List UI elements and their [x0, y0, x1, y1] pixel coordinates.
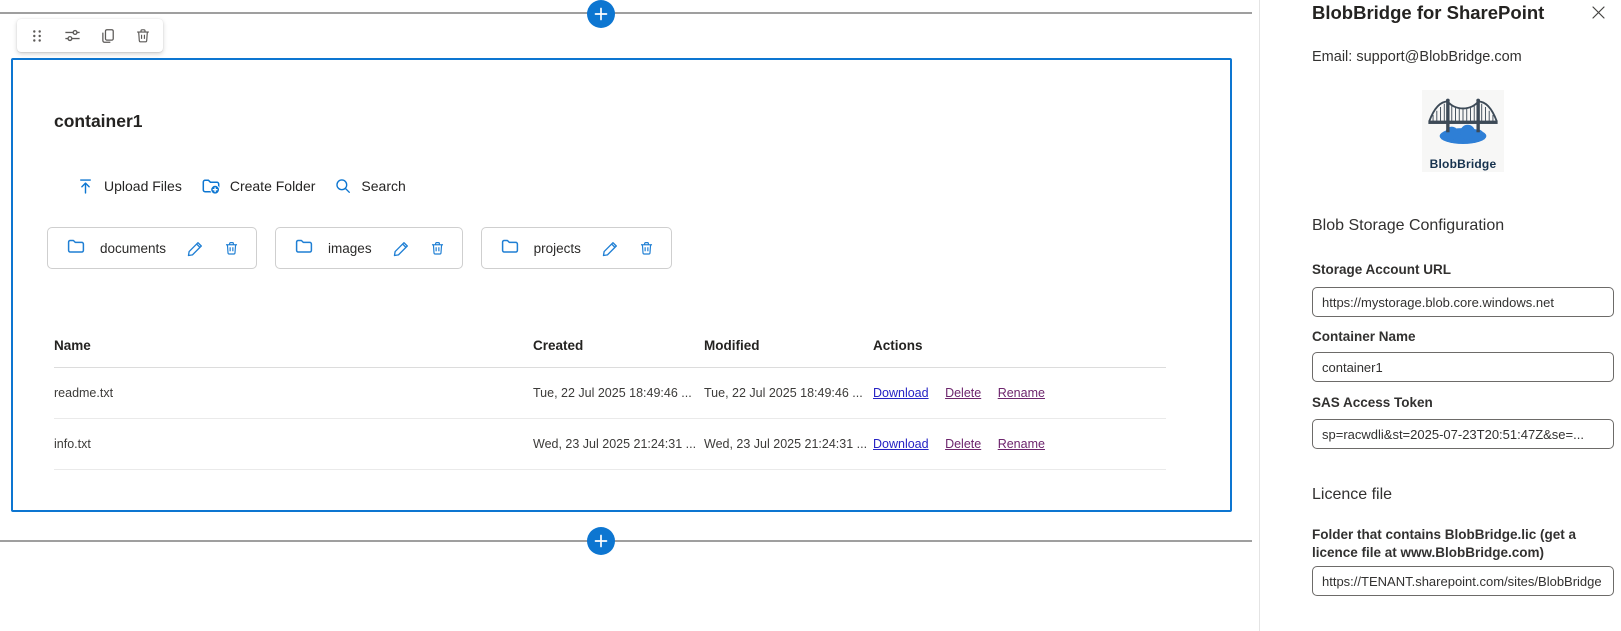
- sliders-icon: [63, 26, 82, 45]
- file-created: Tue, 22 Jul 2025 18:49:46 ...: [533, 386, 704, 400]
- folder-icon: [500, 236, 520, 261]
- edit-pencil-icon: [601, 239, 620, 258]
- search-icon: [334, 177, 352, 195]
- create-folder-button[interactable]: Create Folder: [201, 176, 316, 196]
- upload-files-button[interactable]: Upload Files: [76, 177, 182, 196]
- folder-chip-projects[interactable]: projects: [481, 227, 672, 269]
- file-modified: Wed, 23 Jul 2025 21:24:31 ...: [704, 437, 873, 451]
- rename-folder-button[interactable]: [390, 237, 413, 260]
- drag-handle-icon: [28, 27, 46, 45]
- copy-icon: [99, 27, 117, 45]
- duplicate-webpart-button[interactable]: [97, 25, 119, 47]
- close-icon: [1591, 5, 1606, 23]
- file-name: info.txt: [54, 437, 533, 451]
- webpart-container[interactable]: container1 Upload Files: [11, 58, 1232, 512]
- file-modified: Tue, 22 Jul 2025 18:49:46 ...: [704, 386, 873, 400]
- header-name: Name: [54, 337, 533, 354]
- folder-name: images: [328, 241, 372, 256]
- logo-wordmark: BlobBridge: [1422, 157, 1504, 171]
- download-link[interactable]: Download: [873, 437, 929, 451]
- create-folder-label: Create Folder: [230, 178, 316, 194]
- header-modified: Modified: [704, 337, 873, 354]
- search-button[interactable]: Search: [334, 177, 405, 195]
- delete-folder-button[interactable]: [221, 238, 242, 259]
- folder-name: projects: [534, 241, 581, 256]
- section-divider-bottom: [0, 540, 1252, 542]
- table-row: readme.txt Tue, 22 Jul 2025 18:49:46 ...…: [54, 368, 1166, 419]
- support-email: Email: support@BlobBridge.com: [1312, 49, 1522, 65]
- trash-icon: [223, 240, 240, 257]
- trash-icon: [429, 240, 446, 257]
- rename-link[interactable]: Rename: [998, 437, 1045, 451]
- file-actions: Download Delete Rename: [873, 437, 1166, 451]
- delete-link[interactable]: Delete: [945, 386, 981, 400]
- container-title: container1: [54, 110, 143, 132]
- file-created: Wed, 23 Jul 2025 21:24:31 ...: [533, 437, 704, 451]
- folder-list: documents: [47, 227, 672, 269]
- container-name-input[interactable]: [1312, 352, 1614, 382]
- sas-token-input[interactable]: [1312, 419, 1614, 449]
- search-label: Search: [361, 178, 405, 194]
- table-row: info.txt Wed, 23 Jul 2025 21:24:31 ... W…: [54, 419, 1166, 470]
- container-name-label: Container Name: [1312, 328, 1614, 346]
- trash-icon: [134, 27, 152, 45]
- pane-title: BlobBridge for SharePoint: [1312, 2, 1544, 24]
- delete-link[interactable]: Delete: [945, 437, 981, 451]
- section-divider-top: [0, 12, 1252, 14]
- delete-folder-button[interactable]: [636, 238, 657, 259]
- licence-folder-label: Folder that contains BlobBridge.lic (get…: [1312, 526, 1614, 562]
- logo-block: BlobBridge: [1312, 90, 1614, 173]
- download-link[interactable]: Download: [873, 386, 929, 400]
- edit-pencil-icon: [392, 239, 411, 258]
- header-actions: Actions: [873, 337, 1166, 354]
- move-webpart-button[interactable]: [26, 25, 48, 47]
- storage-config-heading: Blob Storage Configuration: [1312, 217, 1504, 235]
- rename-link[interactable]: Rename: [998, 386, 1045, 400]
- plus-icon: [593, 6, 609, 22]
- folder-icon: [66, 236, 86, 261]
- folder-icon: [294, 236, 314, 261]
- delete-webpart-button[interactable]: [132, 25, 154, 47]
- rename-folder-button[interactable]: [184, 237, 207, 260]
- add-section-button-bottom[interactable]: [587, 527, 615, 555]
- edit-webpart-button[interactable]: [61, 24, 84, 47]
- storage-url-label: Storage Account URL: [1312, 261, 1614, 279]
- command-bar: Upload Files Create Folder: [76, 173, 406, 199]
- sas-token-label: SAS Access Token: [1312, 394, 1614, 412]
- add-section-button-top[interactable]: [587, 0, 615, 28]
- upload-files-label: Upload Files: [104, 178, 182, 194]
- trash-icon: [638, 240, 655, 257]
- file-actions: Download Delete Rename: [873, 386, 1166, 400]
- delete-folder-button[interactable]: [427, 238, 448, 259]
- storage-url-input[interactable]: [1312, 287, 1614, 317]
- plus-icon: [593, 533, 609, 549]
- property-pane: BlobBridge for SharePoint Email: support…: [1259, 0, 1621, 631]
- webpart-toolbar: [17, 19, 163, 52]
- header-created: Created: [533, 337, 704, 354]
- folder-chip-images[interactable]: images: [275, 227, 463, 269]
- file-table-header: Name Created Modified Actions: [54, 334, 1166, 368]
- licence-folder-input[interactable]: [1312, 566, 1614, 596]
- folder-name: documents: [100, 241, 166, 256]
- upload-icon: [76, 177, 95, 196]
- folder-chip-documents[interactable]: documents: [47, 227, 257, 269]
- rename-folder-button[interactable]: [599, 237, 622, 260]
- file-name: readme.txt: [54, 386, 533, 400]
- licence-heading: Licence file: [1312, 486, 1392, 504]
- file-table: Name Created Modified Actions readme.txt…: [54, 334, 1166, 470]
- bridge-icon: [1425, 93, 1501, 151]
- page: container1 Upload Files: [0, 0, 1621, 631]
- close-pane-button[interactable]: [1588, 4, 1608, 24]
- create-folder-icon: [201, 176, 221, 196]
- blobbridge-logo: BlobBridge: [1422, 90, 1504, 172]
- edit-pencil-icon: [186, 239, 205, 258]
